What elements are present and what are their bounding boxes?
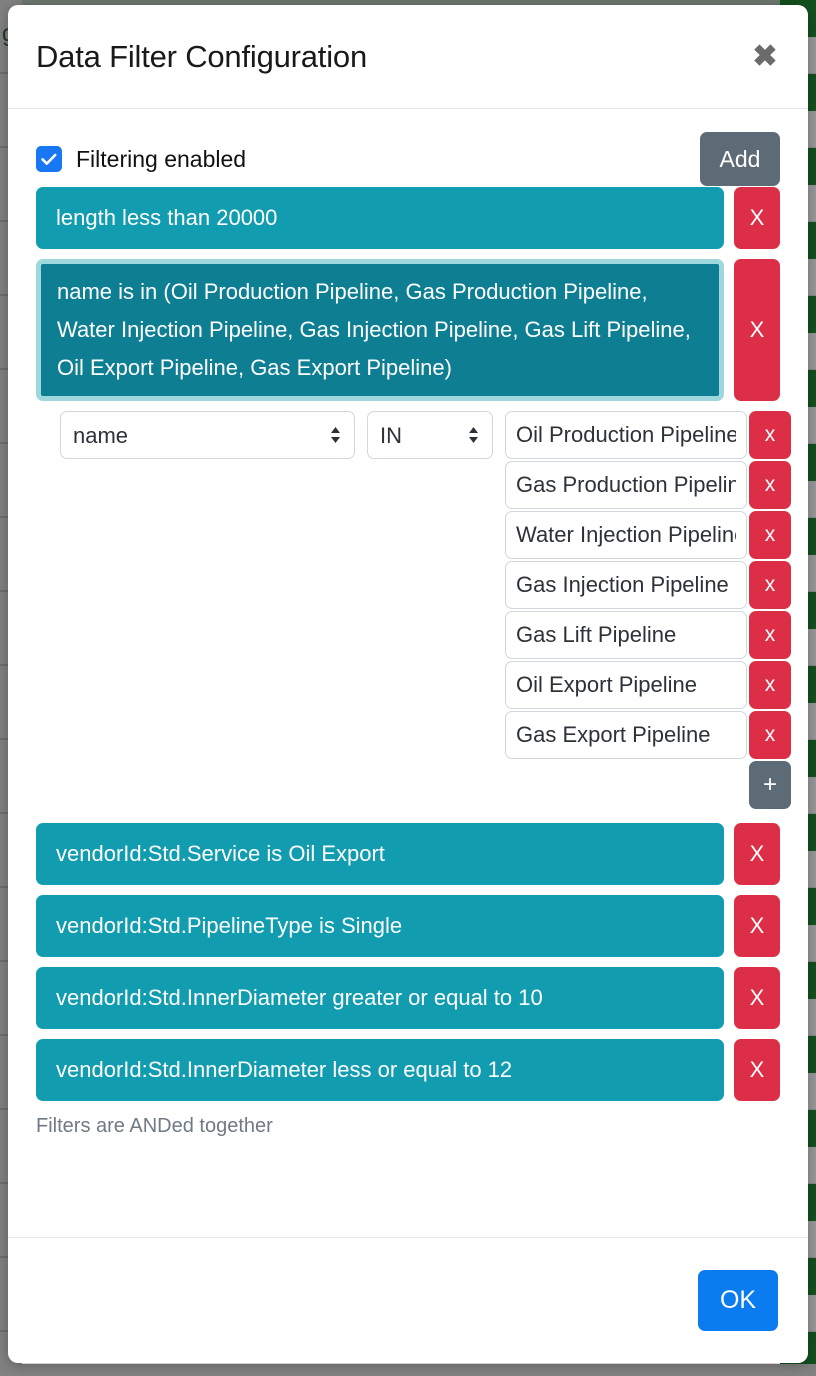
remove-value-button[interactable]: x	[749, 461, 791, 509]
filter-chip-label: vendorId:Std.PipelineType is Single	[56, 907, 402, 945]
value-list: xxxxxxx+	[505, 411, 791, 809]
check-icon	[41, 153, 57, 166]
remove-filter-button[interactable]: X	[734, 823, 780, 885]
remove-value-button[interactable]: x	[749, 411, 791, 459]
filters-hint: Filters are ANDed together	[36, 1115, 780, 1138]
operator-select-wrap: IN	[355, 411, 493, 459]
add-filter-button[interactable]: Add	[700, 132, 780, 186]
dialog-footer: OK	[8, 1237, 808, 1363]
field-select[interactable]: name	[60, 411, 355, 459]
remove-value-button[interactable]: x	[749, 611, 791, 659]
filter-row: vendorId:Std.Service is Oil Export X	[36, 823, 780, 885]
operator-select[interactable]: IN	[367, 411, 493, 459]
filtering-enabled-checkbox[interactable]	[36, 146, 62, 172]
remove-value-button[interactable]: x	[749, 711, 791, 759]
filter-chip-label: name is in (Oil Production Pipeline, Gas…	[57, 273, 703, 387]
filter-editor: nameINxxxxxxx+	[36, 411, 780, 809]
page-root: g Data Filter Configuration ✖ Filtering …	[0, 0, 816, 1376]
remove-filter-button[interactable]: X	[734, 1039, 780, 1101]
filter-row: length less than 20000 X	[36, 187, 780, 249]
remove-filter-button[interactable]: X	[734, 895, 780, 957]
remove-filter-button[interactable]: X	[734, 187, 780, 249]
filter-chip[interactable]: name is in (Oil Production Pipeline, Gas…	[36, 259, 724, 401]
filter-chip[interactable]: vendorId:Std.PipelineType is Single	[36, 895, 724, 957]
filtering-enabled-group[interactable]: Filtering enabled	[36, 146, 246, 173]
remove-filter-button[interactable]: X	[734, 967, 780, 1029]
filter-chip-label: vendorId:Std.InnerDiameter greater or eq…	[56, 979, 543, 1017]
dialog-body: Filtering enabled Add length less than 2…	[8, 109, 808, 1237]
value-input[interactable]	[505, 661, 747, 709]
remove-value-button[interactable]: x	[749, 661, 791, 709]
ok-button[interactable]: OK	[698, 1270, 778, 1331]
page-title: Data Filter Configuration	[36, 39, 367, 75]
filter-chip-label: vendorId:Std.InnerDiameter less or equal…	[56, 1051, 512, 1089]
filter-chip[interactable]: length less than 20000	[36, 187, 724, 249]
value-input[interactable]	[505, 611, 747, 659]
filter-row: name is in (Oil Production Pipeline, Gas…	[36, 259, 780, 401]
field-select-wrap: name	[60, 411, 355, 459]
filter-row: vendorId:Std.InnerDiameter greater or eq…	[36, 967, 780, 1029]
filter-row: vendorId:Std.InnerDiameter less or equal…	[36, 1039, 780, 1101]
value-input[interactable]	[505, 511, 747, 559]
filter-editor-selectors: nameIN	[36, 411, 493, 459]
remove-value-button[interactable]: x	[749, 511, 791, 559]
toolbar: Filtering enabled Add	[36, 131, 780, 187]
filter-row: vendorId:Std.PipelineType is Single X	[36, 895, 780, 957]
remove-filter-button[interactable]: X	[734, 259, 780, 401]
filter-chip-label: vendorId:Std.Service is Oil Export	[56, 835, 385, 873]
filter-list: length less than 20000 Xname is in (Oil P…	[36, 187, 780, 1101]
background-bottom-strip	[0, 1364, 816, 1376]
value-input[interactable]	[505, 411, 747, 459]
close-icon[interactable]: ✖	[748, 40, 782, 74]
filter-chip[interactable]: vendorId:Std.InnerDiameter greater or eq…	[36, 967, 724, 1029]
remove-value-button[interactable]: x	[749, 561, 791, 609]
value-input[interactable]	[505, 461, 747, 509]
add-value-button[interactable]: +	[749, 761, 791, 809]
filtering-enabled-label: Filtering enabled	[76, 146, 246, 173]
value-input[interactable]	[505, 711, 747, 759]
filter-chip[interactable]: vendorId:Std.InnerDiameter less or equal…	[36, 1039, 724, 1101]
dialog-header: Data Filter Configuration ✖	[8, 5, 808, 109]
filter-chip[interactable]: vendorId:Std.Service is Oil Export	[36, 823, 724, 885]
value-button-column: xxxxxxx+	[749, 411, 791, 809]
value-input-column	[505, 411, 747, 809]
value-input[interactable]	[505, 561, 747, 609]
data-filter-configuration-dialog: Data Filter Configuration ✖ Filtering en…	[8, 5, 808, 1363]
filter-chip-label: length less than 20000	[56, 199, 277, 237]
